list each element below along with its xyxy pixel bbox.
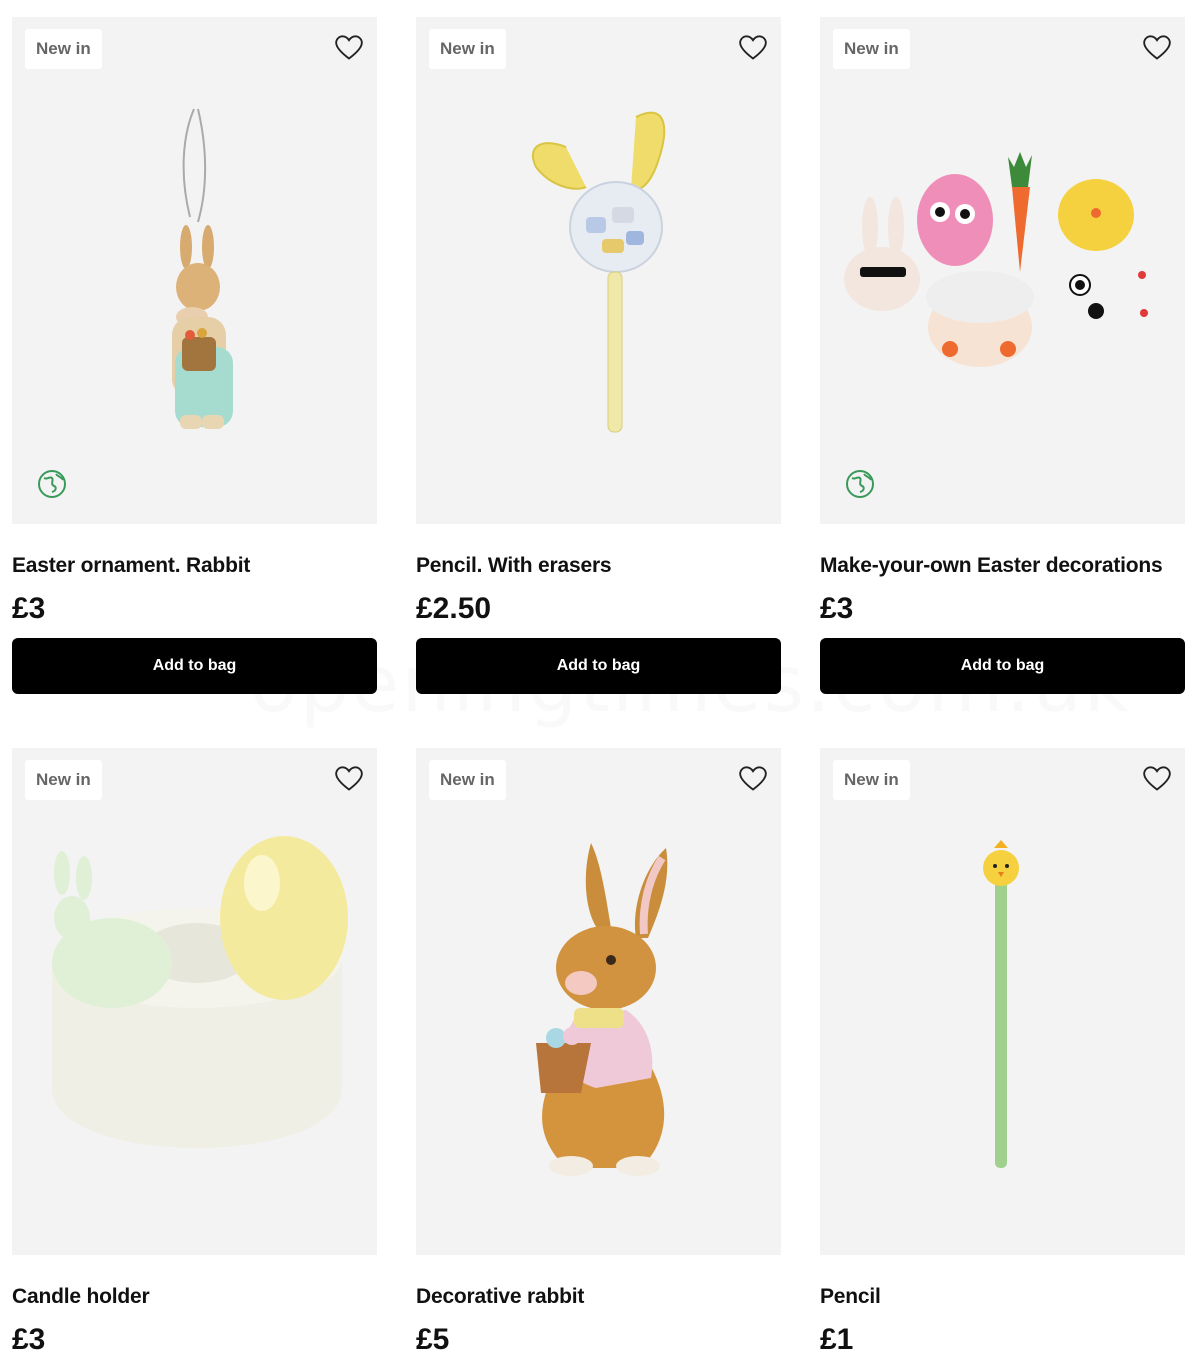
new-in-badge: New in — [833, 29, 910, 69]
product-title[interactable]: Decorative rabbit — [416, 1285, 781, 1309]
rabbit-ornament-image — [172, 108, 233, 429]
heart-icon[interactable] — [1143, 35, 1171, 61]
product-card[interactable]: New in Easter ornament. Rabbit £3 Add to… — [12, 17, 377, 694]
new-in-badge: New in — [25, 760, 102, 800]
product-card[interactable]: New in Make-your-own Easter decorations … — [820, 17, 1185, 694]
add-to-bag-button[interactable]: Add to bag — [416, 638, 781, 694]
heart-icon[interactable] — [335, 766, 363, 792]
rabbit-pencil-image — [531, 111, 666, 433]
heart-icon[interactable] — [335, 35, 363, 61]
product-card[interactable]: New in Pencil £1 — [820, 748, 1185, 1357]
product-price: £1 — [820, 1323, 854, 1356]
chick-pencil-image — [983, 840, 1019, 1168]
product-price: £3 — [12, 1323, 46, 1356]
product-image[interactable]: New in — [12, 17, 377, 524]
product-title[interactable]: Pencil — [820, 1285, 1185, 1309]
easter-decorations-image — [844, 152, 1148, 367]
product-image[interactable]: New in — [416, 17, 781, 524]
product-price: £3 — [12, 592, 46, 625]
product-title[interactable]: Candle holder — [12, 1285, 377, 1309]
eco-globe-icon — [38, 470, 66, 498]
product-title[interactable]: Easter ornament. Rabbit — [12, 554, 377, 578]
eco-globe-icon — [846, 470, 874, 498]
product-image[interactable]: New in — [820, 17, 1185, 524]
candle-holder-image — [52, 836, 348, 1148]
decorative-rabbit-image — [536, 843, 668, 1176]
new-in-badge: New in — [833, 760, 910, 800]
product-price: £3 — [820, 592, 854, 625]
heart-icon[interactable] — [1143, 766, 1171, 792]
product-image[interactable]: New in — [416, 748, 781, 1255]
heart-icon[interactable] — [739, 35, 767, 61]
add-to-bag-button[interactable]: Add to bag — [820, 638, 1185, 694]
product-image[interactable]: New in — [820, 748, 1185, 1255]
new-in-badge: New in — [25, 29, 102, 69]
heart-icon[interactable] — [739, 766, 767, 792]
product-price: £2.50 — [416, 592, 492, 625]
product-title[interactable]: Make-your-own Easter decorations — [820, 554, 1185, 578]
new-in-badge: New in — [429, 760, 506, 800]
product-image[interactable]: New in — [12, 748, 377, 1255]
product-title[interactable]: Pencil. With erasers — [416, 554, 781, 578]
new-in-badge: New in — [429, 29, 506, 69]
add-to-bag-button[interactable]: Add to bag — [12, 638, 377, 694]
product-card[interactable]: New in Candle holder £3 — [12, 748, 377, 1357]
product-card[interactable]: New in Decorative rabbit £5 — [416, 748, 781, 1357]
product-price: £5 — [416, 1323, 450, 1356]
product-card[interactable]: New in Pencil. With erasers £2.50 Add to… — [416, 17, 781, 694]
